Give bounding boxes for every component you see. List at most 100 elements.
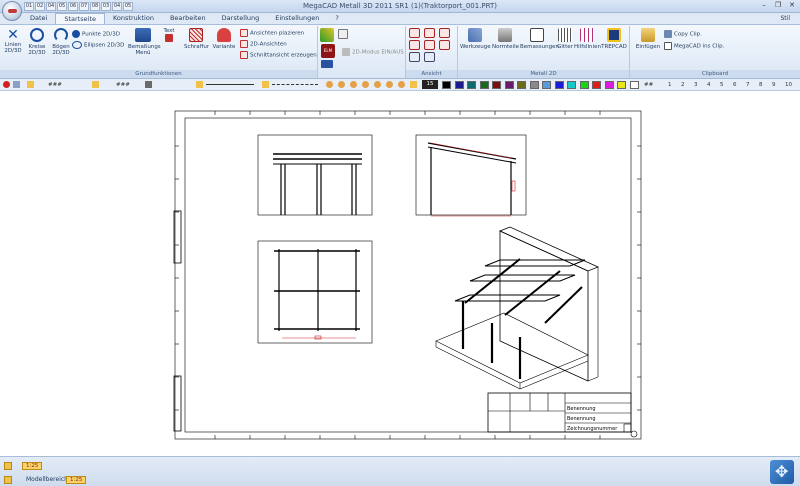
view-bottom-icon[interactable] — [439, 40, 450, 50]
variante-button[interactable]: Variante — [212, 28, 236, 50]
drawing-canvas[interactable]: Benennung Benennung Zeichnungsnummer — [0, 91, 800, 456]
layer-number[interactable]: 1 — [668, 81, 672, 89]
snap-icon-1[interactable] — [326, 81, 333, 88]
layer-number[interactable]: 3 — [694, 81, 698, 89]
hash-field-3[interactable]: ## — [644, 81, 653, 89]
color-swatch[interactable] — [617, 81, 626, 89]
tab-darstellung[interactable]: Darstellung — [214, 13, 268, 24]
color-swatch[interactable] — [479, 81, 489, 89]
color-swatch[interactable] — [517, 81, 526, 89]
tab-help[interactable]: ? — [327, 13, 346, 24]
application-menu-button[interactable] — [2, 1, 22, 21]
color-swatch[interactable] — [492, 81, 501, 89]
layer-number[interactable]: 7 — [746, 81, 750, 89]
color-swatch[interactable] — [554, 81, 564, 89]
normteile-button[interactable]: Normteile — [492, 28, 519, 50]
lock-icon-2[interactable] — [92, 81, 99, 88]
navigation-icon[interactable] — [770, 460, 794, 484]
scale-badge[interactable]: 1:25 — [22, 462, 43, 470]
layer-number[interactable]: 9 — [772, 81, 776, 89]
schnittansicht-button[interactable]: Schnittansicht erzeugen — [240, 51, 317, 60]
model-space-label[interactable]: Modellbereich — [26, 476, 68, 484]
lock-icon[interactable] — [27, 81, 34, 88]
snap-icon-6[interactable] — [386, 81, 393, 88]
view-iso2-icon[interactable] — [424, 52, 435, 62]
hash-field-2[interactable]: ### — [116, 81, 130, 89]
layer-value[interactable]: 15 — [422, 80, 438, 89]
layout-icon[interactable] — [4, 462, 12, 470]
dimension-tool-button[interactable] — [320, 28, 334, 44]
tab-bearbeiten[interactable]: Bearbeiten — [162, 13, 214, 24]
record-icon[interactable] — [3, 81, 10, 88]
layer-number[interactable]: 8 — [759, 81, 763, 89]
style-dropdown[interactable]: Stil — [781, 15, 791, 22]
ansichten-2d-button[interactable]: 2D-Ansichten — [240, 40, 287, 49]
view-top-icon[interactable] — [424, 28, 435, 38]
elm-button[interactable]: ELM — [320, 44, 336, 58]
tab-konstruktion[interactable]: Konstruktion — [105, 13, 162, 24]
werkzeuge-button[interactable]: Werkzeuge — [460, 28, 491, 50]
lock-icon-4[interactable] — [262, 81, 269, 88]
view-right-icon[interactable] — [409, 40, 420, 50]
drawing-sheet[interactable]: Benennung Benennung Zeichnungsnummer — [0, 91, 800, 456]
schraffur-button[interactable]: Schraffur — [184, 28, 209, 50]
modus-2d-button[interactable]: 2D-Modus EIN/AUS — [342, 48, 404, 57]
color-swatch[interactable] — [467, 81, 476, 89]
model-scale-badge[interactable]: 1:25 — [66, 476, 87, 484]
einfuegen-button[interactable]: Einfügen — [634, 28, 662, 50]
snap-icon-2[interactable] — [338, 81, 345, 88]
snap-icon-5[interactable] — [374, 81, 381, 88]
close-button[interactable]: ✕ — [786, 1, 798, 10]
linien-button[interactable]: ✕ Linien 2D/3D — [2, 28, 24, 54]
color-swatch[interactable] — [442, 81, 451, 89]
tab-datei[interactable]: Datei — [22, 13, 55, 24]
model-space-icon[interactable] — [4, 476, 12, 484]
view-left-icon[interactable] — [439, 28, 450, 38]
linestyle-selector[interactable] — [206, 84, 254, 85]
bemassungen-button[interactable]: Bemassungen — [520, 28, 559, 50]
info-button[interactable] — [320, 60, 334, 68]
color-swatch[interactable] — [542, 81, 551, 89]
linewidth-selector[interactable] — [272, 84, 318, 85]
snap-icon-3[interactable] — [350, 81, 357, 88]
lock-icon-3[interactable] — [196, 81, 203, 88]
bemassungs-menue-button[interactable]: Bemaßungs Menü — [128, 28, 161, 56]
snap-icon-7[interactable] — [398, 81, 405, 88]
punkte-button[interactable]: Punkte 2D/3D — [72, 30, 120, 39]
restore-button[interactable]: ❐ — [772, 1, 784, 10]
view-back-icon[interactable] — [424, 40, 435, 50]
color-swatch[interactable] — [604, 81, 614, 89]
color-swatch[interactable] — [454, 81, 464, 89]
tab-startseite[interactable]: Startseite — [55, 13, 105, 24]
hash-field-1[interactable]: ### — [48, 81, 62, 89]
snap-icon-4[interactable] — [362, 81, 369, 88]
trepcad-button[interactable]: TREPCAD — [600, 28, 628, 50]
view-iso-icon[interactable] — [409, 52, 420, 62]
gitter-button[interactable]: Gitter — [556, 28, 574, 50]
color-swatch[interactable] — [592, 81, 601, 89]
tab-einstellungen[interactable]: Einstellungen — [267, 13, 327, 24]
color-swatch[interactable] — [579, 81, 589, 89]
minimize-button[interactable]: – — [758, 1, 770, 10]
color-swatch[interactable] — [504, 81, 514, 89]
copy-clip-button[interactable]: Copy Clip. — [664, 30, 702, 39]
layer-icon[interactable] — [13, 81, 20, 88]
pen-icon[interactable] — [145, 81, 152, 88]
lock-icon-5[interactable] — [410, 81, 417, 88]
ansichten-platzieren-button[interactable]: Ansichten plazieren — [240, 29, 304, 38]
layer-number[interactable]: 2 — [681, 81, 685, 89]
hilfslinien-button[interactable]: Hilfslinien — [574, 28, 601, 50]
boegen-button[interactable]: Bögen 2D/3D — [50, 28, 72, 56]
text-button[interactable]: Text — [162, 28, 176, 42]
color-swatch[interactable] — [567, 81, 576, 89]
layer-number[interactable]: 10 — [785, 81, 792, 89]
color-swatch[interactable] — [529, 81, 539, 89]
layer-number[interactable]: 4 — [707, 81, 711, 89]
layer-number[interactable]: 6 — [733, 81, 737, 89]
layer-number[interactable]: 5 — [720, 81, 724, 89]
color-swatch[interactable] — [629, 81, 639, 89]
kreise-button[interactable]: Kreise 2D/3D — [26, 28, 48, 56]
view-front-icon[interactable] — [409, 28, 420, 38]
ellipsen-button[interactable]: Ellipsen 2D/3D — [72, 41, 124, 50]
display-toggle-button[interactable] — [338, 29, 350, 39]
